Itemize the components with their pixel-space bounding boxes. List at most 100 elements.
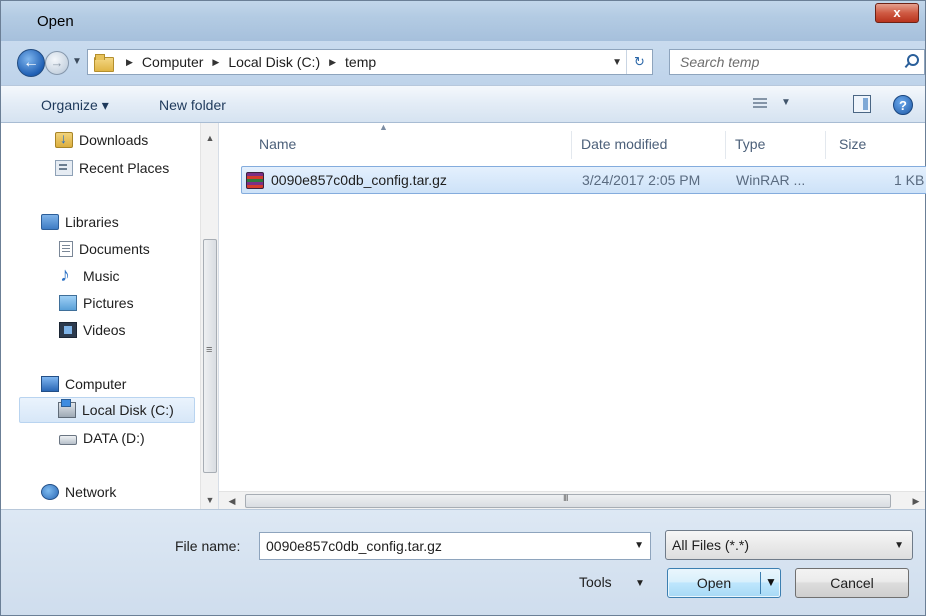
scroll-right-arrow-icon[interactable]: ▶: [907, 492, 925, 510]
sidebar-item-pictures[interactable]: Pictures: [59, 290, 134, 316]
chevron-down-icon: ▼: [781, 97, 791, 108]
sidebar-item-label: Recent Places: [79, 160, 170, 176]
refresh-icon: ↻: [634, 54, 645, 69]
file-type-select[interactable]: All Files (*.*) ▼: [665, 530, 913, 560]
address-row: ← → ▼ ▶ Computer ▶ Local Disk (C:) ▶ tem…: [1, 41, 925, 85]
local-disk-icon: [58, 399, 76, 418]
organize-menu[interactable]: Organize ▾: [41, 97, 109, 114]
sidebar-item-label: Libraries: [65, 214, 119, 230]
close-icon: x: [893, 5, 901, 20]
tools-chevron-down-icon[interactable]: ▼: [635, 578, 645, 589]
column-header-date-modified[interactable]: Date modified: [581, 123, 667, 163]
file-name-input[interactable]: [260, 533, 620, 559]
change-view-button[interactable]: ▼: [753, 96, 793, 114]
breadcrumb-chevron-icon[interactable]: ▶: [212, 57, 219, 68]
winrar-archive-icon: [246, 172, 264, 189]
breadcrumb: ▶ Computer ▶ Local Disk (C:) ▶ temp: [122, 54, 376, 70]
preview-pane-icon[interactable]: [853, 95, 871, 113]
back-button[interactable]: ←: [17, 49, 45, 77]
breadcrumb-chevron-icon[interactable]: ▶: [329, 57, 336, 68]
recent-locations-chevron-icon[interactable]: ▼: [72, 56, 82, 67]
sidebar-item-label: DATA (D:): [83, 430, 145, 446]
sidebar-item-network[interactable]: Network: [41, 479, 116, 505]
computer-icon: [41, 376, 59, 392]
window-title: Open: [37, 13, 74, 30]
back-arrow-icon: ←: [23, 54, 39, 71]
sidebar-item-label: Videos: [83, 322, 126, 338]
column-divider[interactable]: [725, 131, 726, 159]
file-type-value: All Files (*.*): [672, 537, 750, 553]
file-list: Name ▲ Date modified Type Size 0090e857c…: [219, 122, 926, 509]
cancel-button[interactable]: Cancel: [795, 568, 909, 598]
column-header-size[interactable]: Size: [839, 123, 866, 163]
column-divider[interactable]: [825, 131, 826, 159]
sidebar-item-data-drive[interactable]: DATA (D:): [59, 425, 145, 451]
sidebar-item-libraries[interactable]: Libraries: [41, 209, 119, 235]
horizontal-scrollbar[interactable]: ◀ ▶: [219, 491, 925, 509]
column-header-type[interactable]: Type: [735, 123, 765, 163]
refresh-button[interactable]: ↻: [626, 50, 652, 74]
sidebar-item-recent-places[interactable]: Recent Places: [55, 155, 169, 181]
file-type: WinRAR ...: [736, 172, 806, 188]
breadcrumb-chevron-icon[interactable]: ▶: [126, 57, 133, 68]
file-size: 1 KB: [894, 172, 925, 188]
search-icon[interactable]: [904, 54, 919, 68]
file-row[interactable]: 0090e857c0db_config.tar.gz 3/24/2017 2:0…: [241, 166, 926, 194]
sort-ascending-icon: ▲: [379, 122, 388, 132]
search-box: [669, 49, 925, 75]
file-name-combobox: ▼: [259, 532, 651, 560]
open-button-label: Open: [696, 575, 732, 591]
help-button[interactable]: ?: [893, 95, 913, 115]
folder-icon: [94, 54, 114, 72]
drive-icon: [59, 435, 77, 445]
chevron-down-icon: ▼: [894, 540, 904, 551]
new-folder-button[interactable]: New folder: [159, 97, 226, 113]
breadcrumb-computer[interactable]: Computer: [142, 54, 203, 70]
sidebar-item-label: Computer: [65, 376, 127, 392]
title-bar[interactable]: Open x: [1, 1, 925, 41]
documents-icon: [59, 241, 73, 257]
open-options-chevron-icon[interactable]: ▼: [765, 575, 777, 589]
open-button[interactable]: Open ▼: [667, 568, 781, 598]
forward-button[interactable]: →: [45, 51, 69, 75]
address-bar[interactable]: ▶ Computer ▶ Local Disk (C:) ▶ temp ▼ ↻: [87, 49, 653, 75]
navigation-scrollbar[interactable]: ▲ ▼: [200, 123, 218, 509]
search-input[interactable]: [670, 50, 892, 74]
sidebar-item-label: Music: [83, 268, 120, 284]
sidebar-item-documents[interactable]: Documents: [59, 236, 150, 262]
recent-places-icon: [55, 160, 73, 176]
help-icon: ?: [899, 98, 907, 113]
sidebar-item-label: Network: [65, 484, 117, 500]
sidebar-item-local-disk[interactable]: Local Disk (C:): [19, 397, 195, 423]
scrollbar-thumb[interactable]: [245, 493, 891, 508]
chevron-down-icon[interactable]: ▼: [634, 540, 644, 551]
videos-icon: [59, 322, 77, 338]
navigation-pane: Downloads Recent Places Libraries Docume…: [1, 123, 219, 509]
cancel-button-label: Cancel: [830, 575, 874, 591]
column-header-name[interactable]: Name: [259, 123, 296, 163]
file-name: 0090e857c0db_config.tar.gz: [271, 172, 447, 188]
sidebar-item-downloads[interactable]: Downloads: [55, 127, 148, 153]
tools-button[interactable]: Tools: [579, 574, 612, 590]
column-divider[interactable]: [571, 131, 572, 159]
scroll-up-arrow-icon[interactable]: ▲: [201, 129, 219, 147]
open-dialog: Open x ← → ▼ ▶ Computer ▶ Local Disk (C:…: [0, 0, 926, 616]
sidebar-item-music[interactable]: Music: [59, 263, 120, 289]
sidebar-item-label: Pictures: [83, 295, 134, 311]
breadcrumb-local-disk[interactable]: Local Disk (C:): [228, 54, 320, 70]
sidebar-item-videos[interactable]: Videos: [59, 317, 126, 343]
downloads-folder-icon: [55, 130, 73, 148]
music-icon: [59, 264, 77, 287]
breadcrumb-temp[interactable]: temp: [345, 54, 376, 70]
file-date: 3/24/2017 2:05 PM: [582, 172, 701, 188]
address-dropdown-icon[interactable]: ▼: [612, 57, 622, 68]
scroll-left-arrow-icon[interactable]: ◀: [223, 492, 241, 510]
pictures-icon: [59, 295, 77, 311]
sidebar-item-computer[interactable]: Computer: [41, 371, 126, 397]
file-name-label: File name:: [175, 538, 241, 554]
scroll-down-arrow-icon[interactable]: ▼: [201, 491, 219, 509]
scrollbar-thumb[interactable]: [203, 239, 217, 473]
details-view-icon: [753, 98, 767, 110]
sidebar-item-label: Local Disk (C:): [82, 402, 174, 418]
close-button[interactable]: x: [875, 3, 919, 23]
